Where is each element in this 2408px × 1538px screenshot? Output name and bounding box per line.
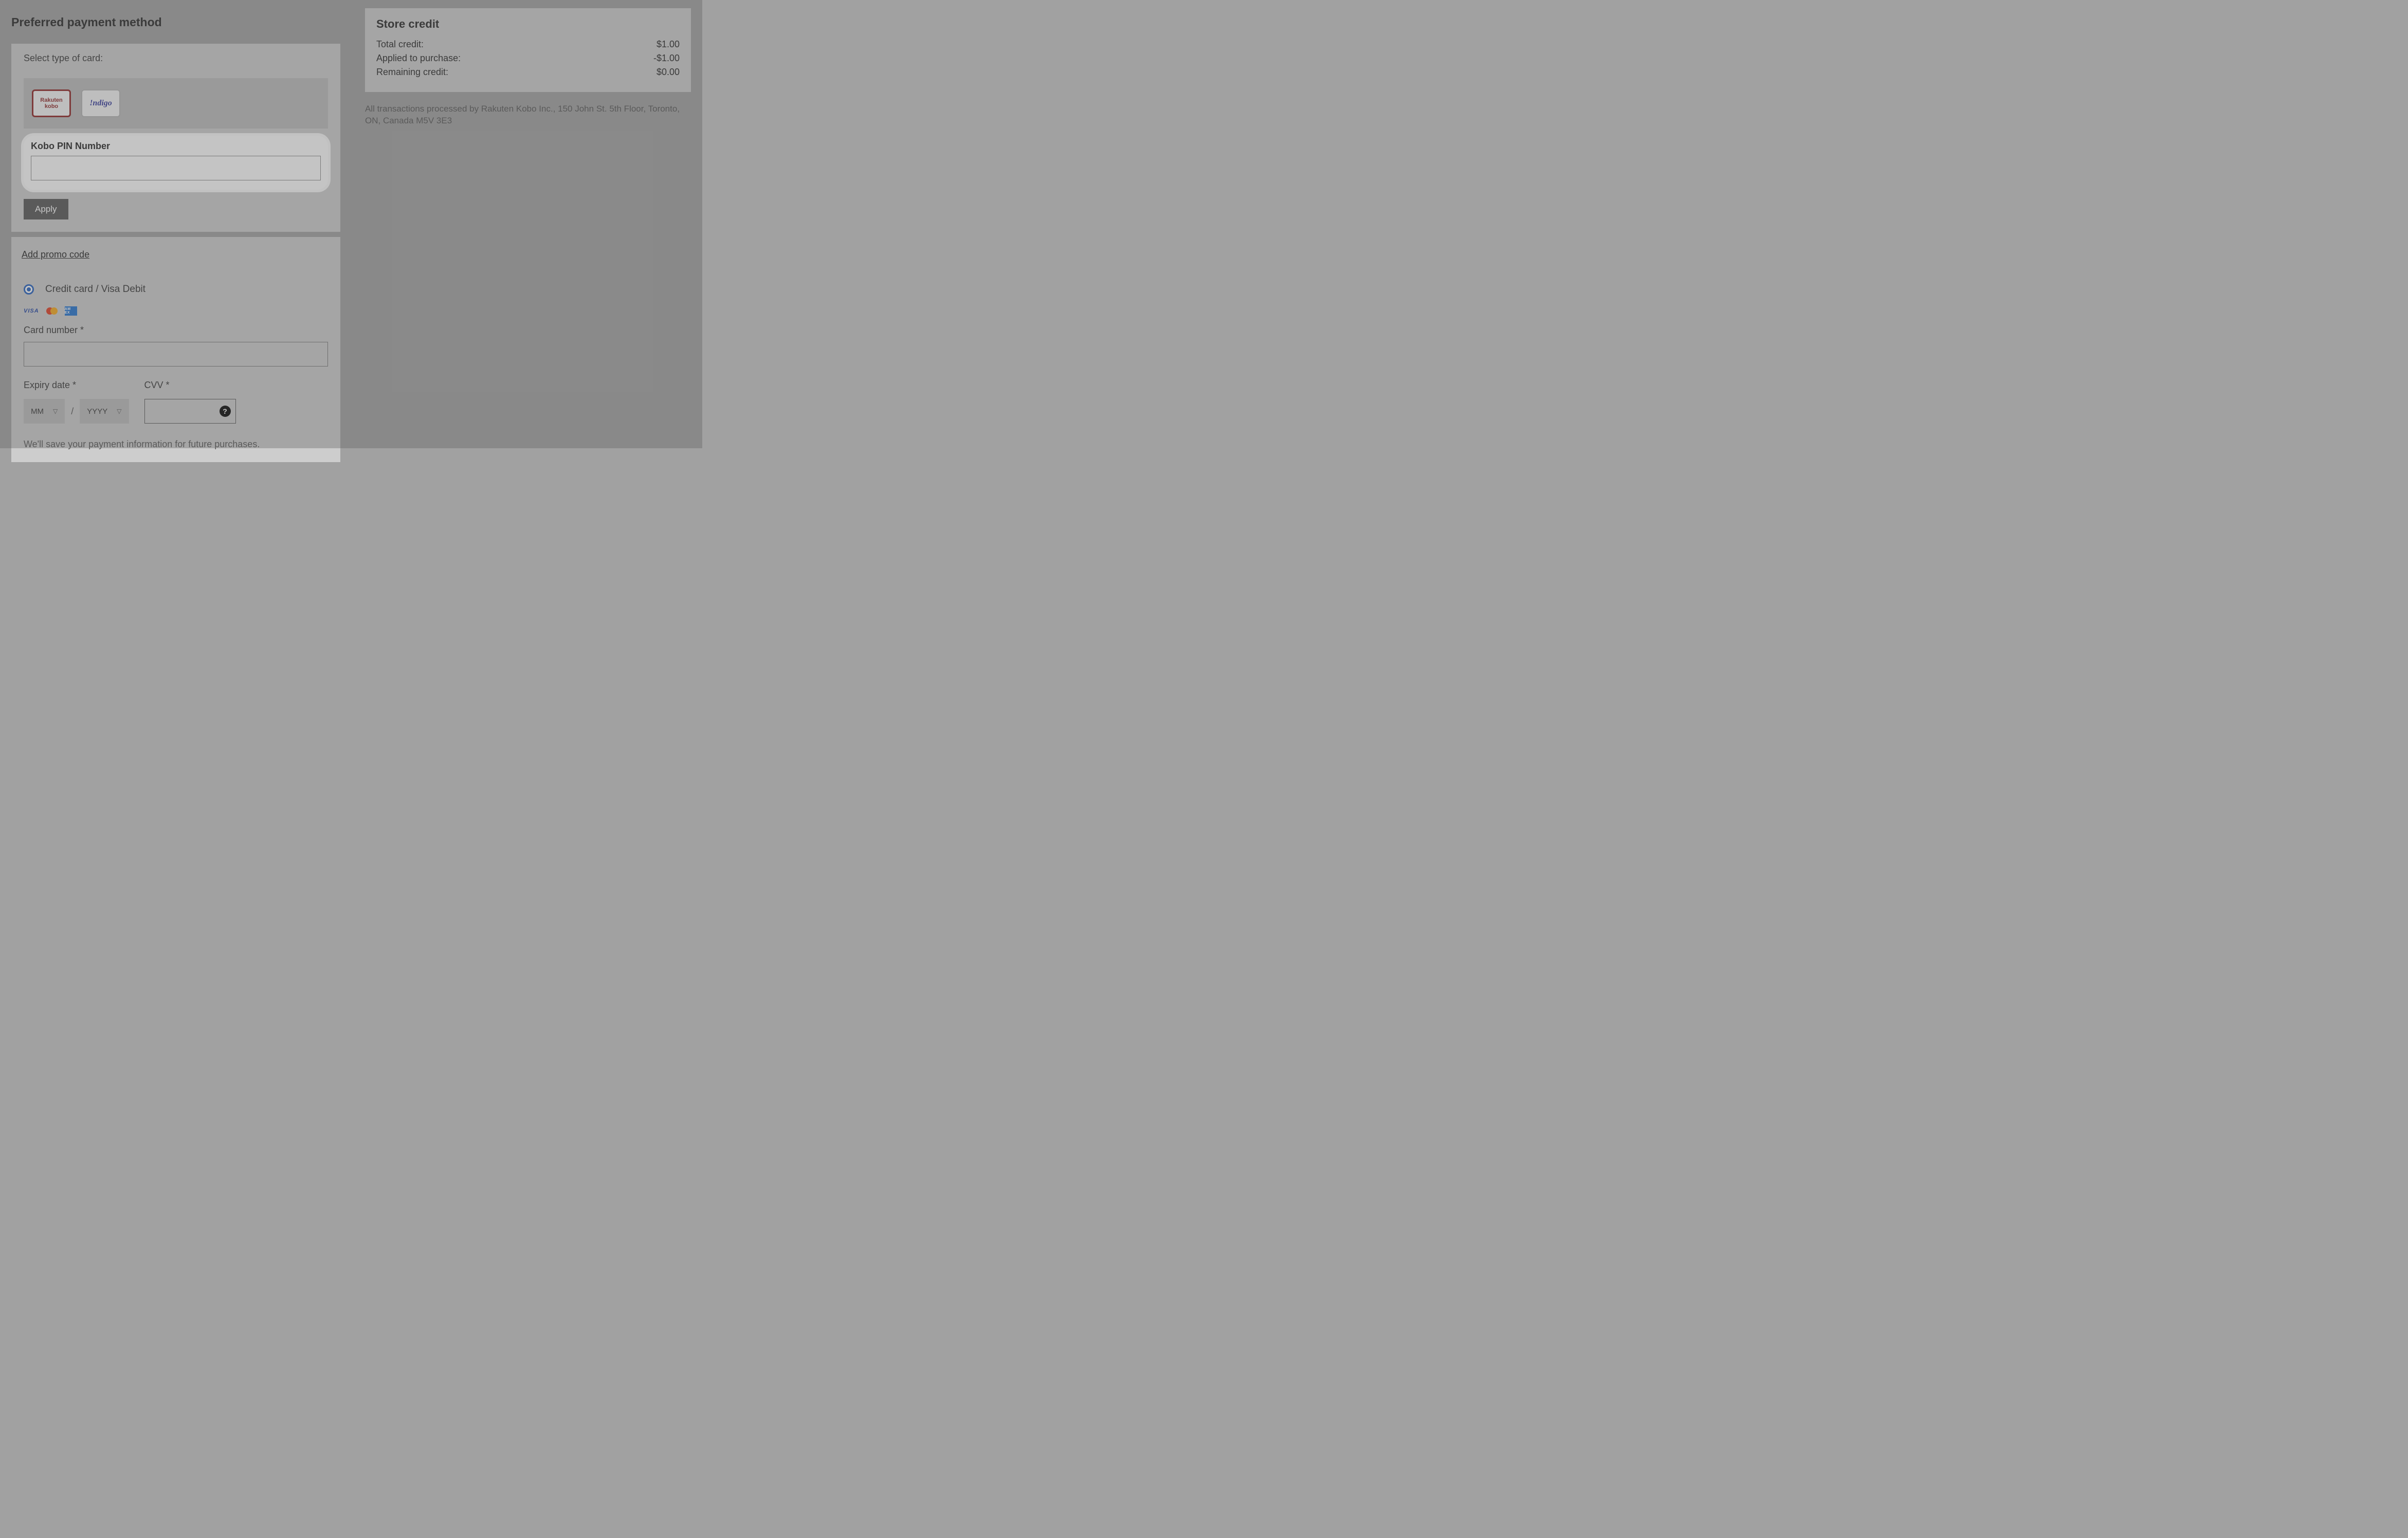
expiry-separator: / [71, 406, 74, 417]
expiry-month-value: MM [31, 407, 44, 416]
cvv-help-icon[interactable]: ? [220, 406, 231, 417]
expiry-year-select[interactable]: YYYY ▽ [80, 399, 129, 424]
remaining-value: $0.00 [656, 67, 680, 78]
store-credit-panel: Store credit Total credit: $1.00 Applied… [365, 8, 691, 92]
applied-to-purchase-row: Applied to purchase: -$1.00 [376, 53, 680, 64]
visa-icon: VISA [24, 308, 39, 314]
transaction-disclaimer: All transactions processed by Rakuten Ko… [365, 103, 691, 127]
kobo-pin-input[interactable] [31, 156, 321, 180]
chevron-down-icon: ▽ [117, 408, 121, 415]
expiry-year-value: YYYY [87, 407, 107, 416]
credit-card-panel: Credit card / Visa Debit VISA AM EX Card… [11, 272, 340, 462]
remaining-label: Remaining credit: [376, 67, 448, 78]
expiry-month-select[interactable]: MM ▽ [24, 399, 65, 424]
kobo-logo-text: Rakuten kobo [40, 97, 62, 109]
preferred-payment-header: Preferred payment method [11, 15, 340, 29]
radio-dot-icon [27, 287, 31, 291]
total-credit-row: Total credit: $1.00 [376, 39, 680, 50]
store-credit-title: Store credit [376, 17, 680, 31]
card-type-band: Rakuten kobo !ndigo [24, 78, 328, 129]
indigo-logo-text: !ndigo [89, 99, 112, 108]
kobo-pin-block: Kobo PIN Number [24, 136, 328, 190]
total-credit-value: $1.00 [656, 39, 680, 50]
mastercard-icon [46, 307, 58, 315]
apply-button[interactable]: Apply [24, 199, 68, 219]
remaining-credit-row: Remaining credit: $0.00 [376, 67, 680, 78]
indigo-card-tile[interactable]: !ndigo [81, 89, 120, 117]
applied-label: Applied to purchase: [376, 53, 461, 64]
promo-panel: Add promo code [11, 237, 340, 272]
total-credit-label: Total credit: [376, 39, 424, 50]
kobo-pin-label: Kobo PIN Number [31, 141, 321, 152]
add-promo-code-link[interactable]: Add promo code [22, 249, 89, 260]
cvv-label: CVV * [144, 380, 236, 391]
chevron-down-icon: ▽ [53, 408, 58, 415]
credit-card-radio-label: Credit card / Visa Debit [45, 284, 145, 295]
credit-card-radio[interactable] [24, 284, 34, 295]
card-brand-row: VISA AM EX [24, 306, 328, 316]
expiry-date-label: Expiry date * [24, 380, 129, 391]
applied-value: -$1.00 [653, 53, 680, 64]
save-payment-note: We'll save your payment information for … [24, 439, 328, 450]
kobo-card-tile[interactable]: Rakuten kobo [32, 89, 71, 117]
amex-icon: AM EX [65, 306, 77, 316]
card-number-label: Card number * [24, 325, 328, 336]
select-card-type-label: Select type of card: [24, 53, 328, 64]
gift-card-panel: Select type of card: Rakuten kobo !ndigo… [11, 44, 340, 232]
card-number-input[interactable] [24, 342, 328, 367]
